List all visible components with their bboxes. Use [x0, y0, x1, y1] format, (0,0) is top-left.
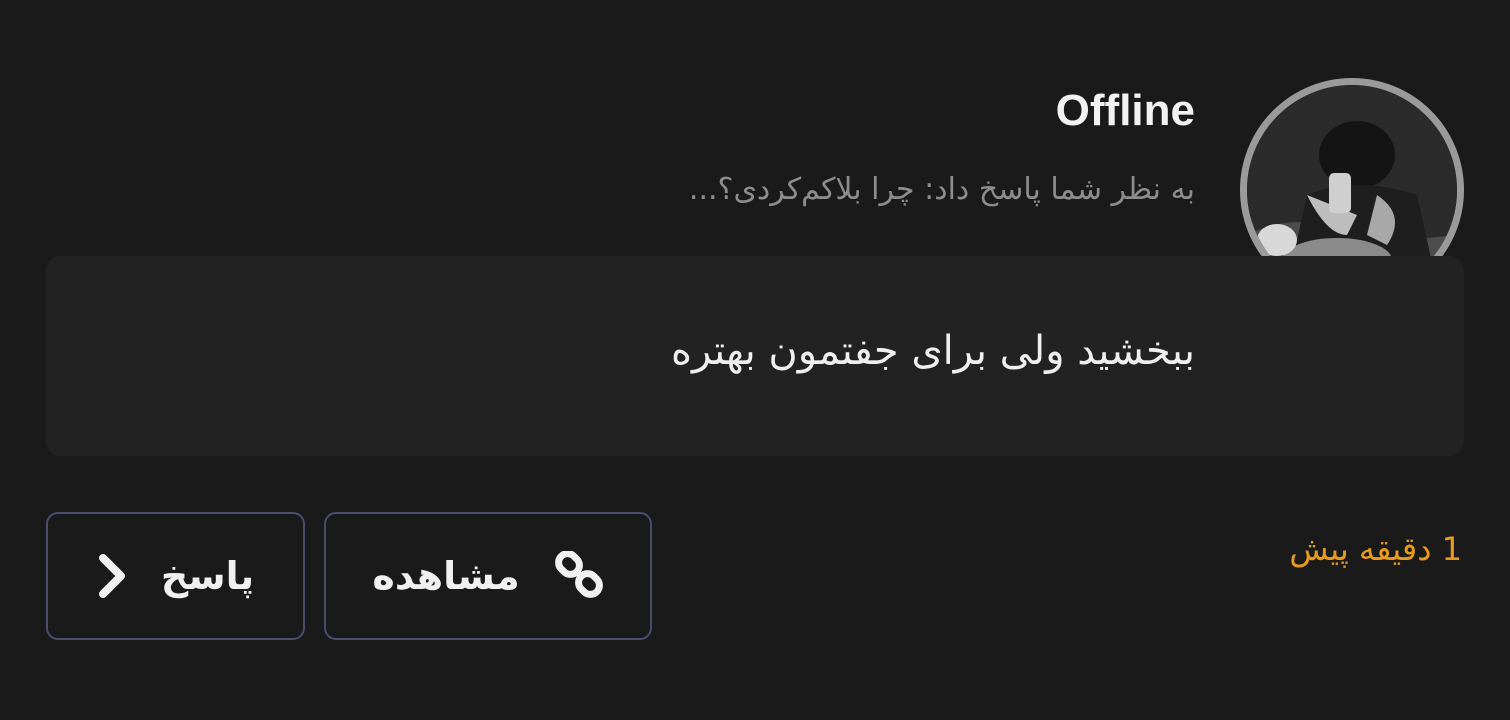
message-text: ببخشید ولی برای جفتمون بهتره: [671, 328, 1195, 374]
view-button[interactable]: مشاهده: [324, 512, 652, 640]
reply-button-label: پاسخ: [160, 554, 255, 598]
notification-subtitle: به نظر شما پاسخ داد: چرا بلاکم‌کردی؟...: [688, 172, 1195, 207]
chevron-right-icon: [97, 554, 127, 598]
view-button-label: مشاهده: [372, 554, 520, 598]
timestamp: 1 دقیقه پیش: [1289, 530, 1462, 568]
notification-item: Offline به نظر شما پاسخ داد: چرا بلاکم‌ک…: [0, 0, 1510, 720]
link-icon: [554, 551, 604, 601]
reply-button[interactable]: پاسخ: [46, 512, 305, 640]
username[interactable]: Offline: [1056, 86, 1195, 136]
